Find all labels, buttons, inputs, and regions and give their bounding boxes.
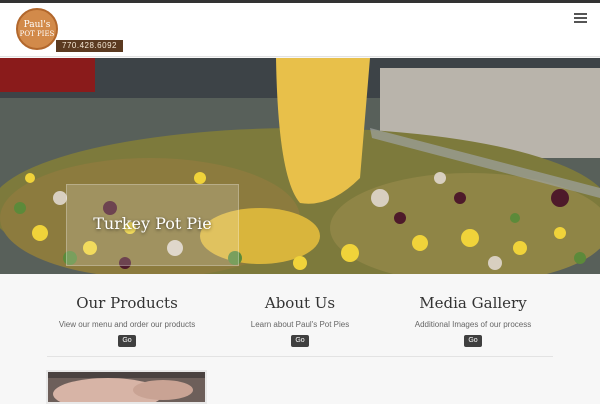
process-photo-thumbnail[interactable] <box>46 370 207 404</box>
media-gallery-go-button[interactable]: Go <box>464 335 482 347</box>
hero-title: Turkey Pot Pie <box>93 214 212 233</box>
about-us-go-button[interactable]: Go <box>291 335 309 347</box>
feature-our-products: Our Products View our menu and order our… <box>37 294 217 347</box>
logo-text-name: Paul's <box>23 19 51 30</box>
process-photo-image <box>48 372 205 402</box>
section-divider <box>47 356 553 357</box>
hero-caption-box: Turkey Pot Pie <box>66 184 239 266</box>
feature-about-us: About Us Learn about Paul's Pot Pies Go <box>210 294 390 347</box>
feature-title: Media Gallery <box>419 294 527 312</box>
pauls-pot-pies-logo[interactable]: Paul's POT PIES <box>16 8 58 50</box>
feature-title: Our Products <box>76 294 178 312</box>
feature-media-gallery: Media Gallery Additional Images of our p… <box>383 294 563 347</box>
phone-number: 770.428.6092 <box>56 40 123 52</box>
hero-banner: Turkey Pot Pie <box>0 58 600 274</box>
feature-description: View our menu and order our products <box>58 320 196 329</box>
logo-text-pot-pies: POT PIES <box>19 29 55 38</box>
feature-title: About Us <box>264 294 336 312</box>
feature-description: Additional Images of our process <box>414 320 532 329</box>
feature-description: Learn about Paul's Pot Pies <box>250 320 350 329</box>
hamburger-menu-icon[interactable] <box>574 13 587 23</box>
site-header: Paul's POT PIES 770.428.6092 <box>0 3 600 57</box>
our-products-go-button[interactable]: Go <box>118 335 136 347</box>
